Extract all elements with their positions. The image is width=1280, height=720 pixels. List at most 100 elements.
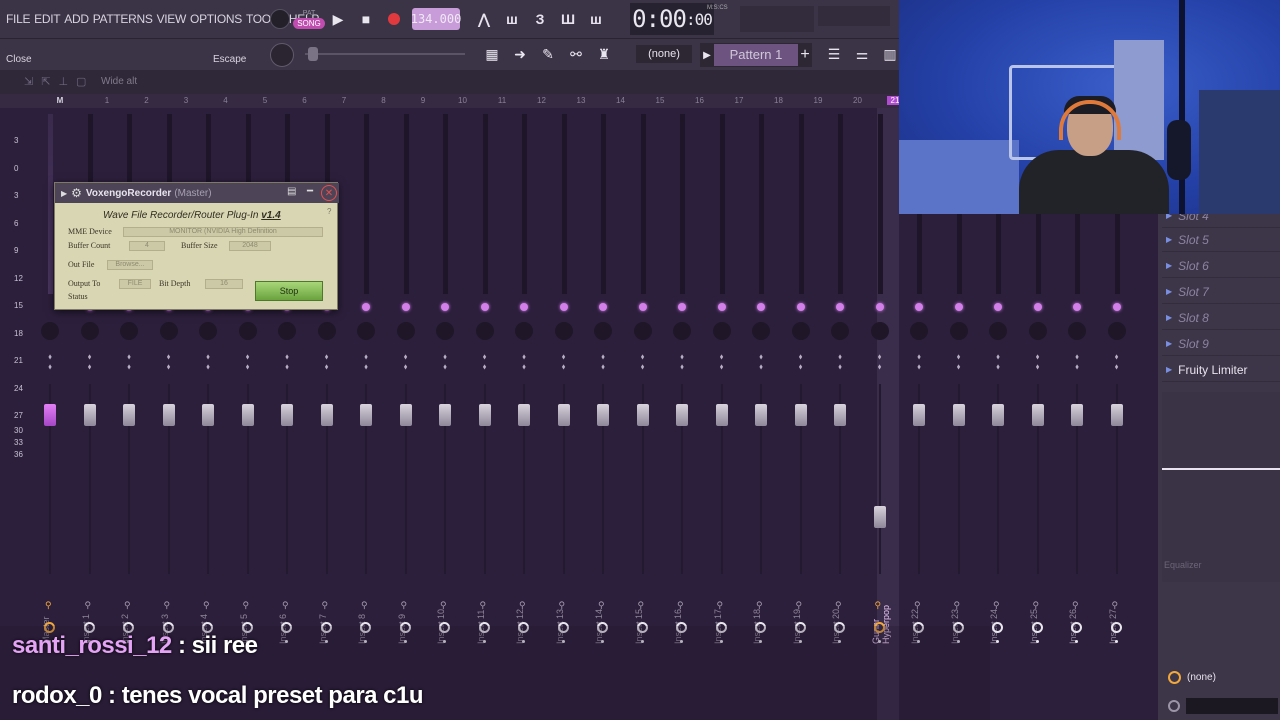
buffer-size-field[interactable]: 2048	[229, 241, 271, 251]
link-icon[interactable]: ⚲	[914, 600, 921, 611]
link-icon[interactable]: ⚲	[1033, 600, 1040, 611]
volume-fader[interactable]	[162, 404, 175, 426]
menu-file[interactable]: FILE	[6, 12, 30, 26]
link-icon[interactable]: ⚲	[401, 600, 408, 611]
stereo-separation-icon[interactable]: ⬧ ⬧	[796, 352, 806, 372]
track-name[interactable]: Insert 26	[1068, 584, 1086, 644]
menu-edit[interactable]: EDIT	[34, 12, 60, 26]
volume-fader[interactable]	[873, 506, 886, 528]
mixer-strip[interactable]: ⬧ ⬧ Insert 19 ⚲	[783, 114, 819, 674]
menu-patterns[interactable]: PATTERNS	[93, 12, 153, 26]
stereo-separation-icon[interactable]: ⬧ ⬧	[598, 352, 608, 372]
pan-knob[interactable]	[949, 322, 968, 340]
mixer-header-number[interactable]: 3	[176, 96, 196, 105]
buffer-count-field[interactable]: 4	[129, 241, 165, 251]
link-icon[interactable]: ⚲	[1072, 600, 1079, 611]
link-icon[interactable]: ⚲	[598, 600, 605, 611]
mixer-header-master[interactable]: M	[50, 96, 70, 105]
mixer-header-number[interactable]: 5	[255, 96, 275, 105]
pan-knob[interactable]	[752, 322, 770, 340]
volume-fader[interactable]	[518, 404, 530, 426]
pan-knob[interactable]	[278, 322, 296, 340]
equalizer-graph[interactable]	[1162, 392, 1280, 582]
route-indicator-icon[interactable]	[836, 303, 844, 311]
mixer-header-number[interactable]: 2	[137, 96, 157, 105]
mixer-header-number[interactable]: 8	[374, 96, 394, 105]
plugin-help-icon[interactable]: ?	[327, 207, 331, 216]
stereo-separation-icon[interactable]: ⬧ ⬧	[993, 352, 1003, 372]
volume-fader[interactable]	[1031, 404, 1044, 426]
pan-knob[interactable]	[396, 322, 415, 340]
mixer-button[interactable]: ⚌	[848, 43, 876, 65]
mixer-header-number[interactable]: 19	[808, 96, 828, 105]
track-name[interactable]: Insert 25	[1029, 584, 1047, 644]
pan-knob[interactable]	[515, 322, 533, 340]
stereo-separation-icon[interactable]: ⬧ ⬧	[1033, 352, 1043, 372]
gear-icon[interactable]: ⚙	[71, 186, 82, 200]
track-name[interactable]: Insert 24	[989, 584, 1007, 644]
mixer-header-number[interactable]: 18	[769, 96, 789, 105]
menu-add[interactable]: ADD	[64, 12, 89, 26]
route-indicator-icon[interactable]	[638, 303, 647, 311]
close-label[interactable]: Close	[6, 54, 32, 65]
pan-knob[interactable]	[120, 322, 138, 340]
mixer-header-number[interactable]: 17	[729, 96, 749, 105]
browse-button[interactable]: Browse...	[107, 260, 153, 270]
mixer-header-number[interactable]: 9	[413, 96, 433, 105]
route-indicator-icon[interactable]	[994, 303, 1002, 311]
stop-recording-button[interactable]: Stop	[255, 281, 323, 301]
pan-knob[interactable]	[791, 322, 810, 340]
route-indicator-icon[interactable]	[1112, 303, 1121, 311]
song-time-display[interactable]: 0:00:00	[630, 3, 714, 35]
mixer-strip[interactable]: ⬧ ⬧ Insert 9 ⚲	[388, 114, 424, 674]
volume-fader[interactable]	[992, 404, 1004, 426]
pan-knob[interactable]	[870, 322, 889, 340]
mixer-header-number[interactable]: 14	[611, 96, 631, 105]
volume-fader[interactable]	[281, 404, 293, 426]
pan-knob[interactable]	[475, 322, 494, 340]
stereo-separation-icon[interactable]: ⬧ ⬧	[124, 352, 134, 372]
volume-fader[interactable]	[83, 404, 96, 426]
pan-knob[interactable]	[1068, 322, 1086, 340]
volume-fader[interactable]	[794, 404, 807, 426]
pan-knob[interactable]	[357, 322, 375, 340]
link-icon[interactable]: ⚲	[282, 600, 289, 611]
pat-song-toggle[interactable]: PAT SONG	[293, 5, 325, 33]
arm-record-icon[interactable]	[1110, 622, 1122, 633]
pan-knob[interactable]	[317, 322, 336, 340]
pan-knob[interactable]	[238, 322, 257, 340]
close-icon[interactable]: ✕	[321, 185, 337, 201]
volume-fader[interactable]	[241, 404, 254, 426]
pan-knob[interactable]	[1107, 322, 1126, 340]
countdown-button[interactable]: З	[526, 5, 554, 33]
slot-8[interactable]: ▶ Slot 8	[1162, 306, 1280, 330]
link-icon[interactable]: ⚲	[993, 600, 1000, 611]
pan-knob[interactable]	[633, 322, 652, 340]
route-indicator-icon[interactable]	[678, 303, 686, 311]
volume-fader[interactable]	[1110, 404, 1123, 426]
volume-fader[interactable]	[597, 404, 609, 426]
route-indicator-icon[interactable]	[915, 303, 923, 311]
tempo-display[interactable]: 134.000	[411, 8, 461, 30]
stereo-separation-icon[interactable]: ⬧ ⬧	[440, 352, 450, 372]
stereo-separation-icon[interactable]: ⬧ ⬧	[282, 352, 292, 372]
mixer-header-number[interactable]: 6	[295, 96, 315, 105]
mixer-header-number[interactable]: 11	[492, 96, 512, 105]
output-field[interactable]	[1186, 698, 1278, 714]
mixer-strip[interactable]: ⬧ ⬧ Insert 17 ⚲	[704, 114, 740, 674]
link-icon[interactable]: ⚲	[45, 600, 52, 611]
volume-fader[interactable]	[202, 404, 214, 426]
mixer-header-number[interactable]: 13	[571, 96, 591, 105]
route-icon[interactable]: ⇱	[41, 75, 50, 88]
stereo-separation-icon[interactable]: ⬧ ⬧	[85, 352, 95, 372]
track-name[interactable]: Insert 27	[1108, 584, 1126, 644]
stereo-separation-icon[interactable]: ⬧ ⬧	[954, 352, 964, 372]
mixer-strip[interactable]: ⬧ ⬧ Insert 8 ⚲	[348, 114, 384, 674]
volume-fader[interactable]	[676, 404, 688, 426]
link-icon[interactable]: ⚲	[203, 600, 210, 611]
link-icon[interactable]: ⚲	[954, 600, 961, 611]
pattern-selector[interactable]: ▶ Pattern 1 +	[700, 43, 812, 67]
send-dot-icon[interactable]	[1035, 640, 1039, 643]
route-indicator-icon[interactable]	[480, 303, 489, 311]
route-indicator-icon[interactable]	[796, 303, 805, 311]
